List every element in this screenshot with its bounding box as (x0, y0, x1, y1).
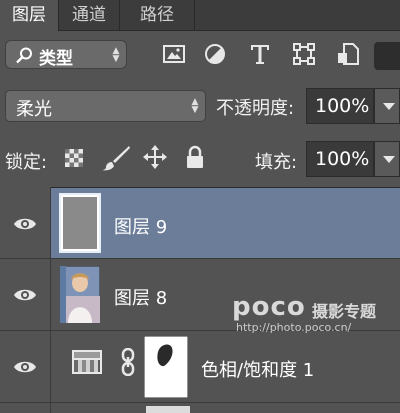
layer-name[interactable]: 图层 9 (114, 213, 167, 239)
opacity-label: 不透明度: (216, 98, 295, 119)
layer-mask-thumbnail (144, 336, 188, 398)
pixel-layer-filter-icon[interactable] (162, 42, 186, 66)
layer-name[interactable]: 图层 8 (114, 284, 167, 310)
layer-content: 图层 9 (51, 188, 400, 258)
fill-dropdown-button[interactable] (374, 141, 400, 177)
hue-saturation-adjustment-icon (72, 350, 102, 374)
shape-layer-filter-icon[interactable] (292, 42, 316, 66)
eye-visibility-icon[interactable] (13, 359, 37, 375)
watermark-brand: poco (232, 292, 306, 322)
mask-link-chain-icon[interactable] (121, 348, 135, 376)
watermark-url: http://photo.poco.cn/ (236, 321, 352, 334)
watermark: poco 摄影专题 http://photo.poco.cn/ (232, 292, 400, 340)
tab-layers[interactable]: 图层 (0, 0, 58, 31)
smart-object-filter-icon[interactable] (336, 42, 360, 66)
layer-thumbnail (59, 193, 101, 253)
watermark-title: 摄影专题 (312, 302, 377, 321)
lock-position-move-icon[interactable] (143, 145, 167, 169)
layer-photo-thumbnail (60, 266, 100, 323)
tab-channels[interactable]: 通道 (59, 0, 119, 30)
chevron-down-icon (383, 156, 395, 163)
lock-label: 锁定: (5, 152, 48, 173)
adjustment-layer-filter-icon[interactable] (203, 42, 227, 66)
select-arrows-icon: ▲ ▼ (112, 46, 120, 64)
lock-all-padlock-icon[interactable] (185, 145, 205, 169)
eye-visibility-icon[interactable] (13, 287, 37, 303)
opacity-input[interactable]: 100% (306, 88, 374, 124)
lock-image-pixels-brush-icon[interactable] (101, 145, 131, 171)
type-layer-filter-icon[interactable] (248, 42, 272, 66)
blend-mode-select[interactable]: 柔光 ▲ ▼ (5, 90, 206, 122)
layer-row[interactable]: 色相/饱和度 1 (0, 331, 400, 403)
fill-input[interactable]: 100% (306, 141, 374, 177)
eye-visibility-icon[interactable] (13, 216, 37, 232)
opacity-dropdown-button[interactable] (374, 88, 400, 124)
layer-row[interactable]: 图层 9 (0, 188, 400, 259)
tab-divider (194, 0, 195, 30)
tab-paths[interactable]: 路径 (120, 0, 194, 30)
chevron-down-icon (383, 103, 395, 110)
filter-toggle-switch[interactable] (374, 42, 400, 70)
layer-row-partial (51, 403, 400, 413)
filter-kind-label: 类型 (39, 49, 73, 69)
select-arrows-icon: ▲ ▼ (191, 97, 199, 115)
layer-content: 色相/饱和度 1 (51, 331, 400, 402)
search-icon (16, 47, 32, 64)
panel-tab-bar: 图层 通道 路径 (0, 0, 400, 31)
layer-name[interactable]: 色相/饱和度 1 (201, 356, 314, 382)
lock-transparent-pixels-icon[interactable] (64, 148, 84, 168)
fill-label: 填充: (255, 152, 298, 173)
blend-mode-value: 柔光 (16, 99, 52, 120)
layer-filter-select[interactable]: 类型 ▲ ▼ (5, 40, 127, 69)
